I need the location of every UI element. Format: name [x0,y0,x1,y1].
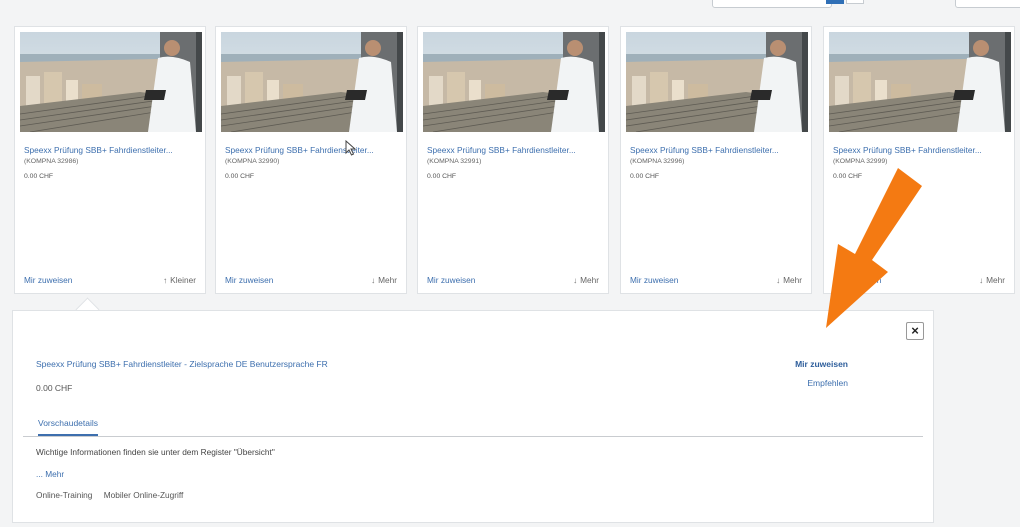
recommend-link[interactable]: Empfehlen [807,378,848,388]
delivery-tags: Online-Training Mobiler Online-Zugriff [36,490,192,500]
course-card[interactable]: Speexx Prüfung SBB+ Fahrdienstleiter... … [620,26,812,294]
course-price: 0.00 CHF [225,173,255,180]
course-code: (KOMPNA 32999) [833,158,888,165]
view-toggle[interactable] [826,0,870,8]
toggle-label: Kleiner [170,275,196,285]
assign-to-me-link[interactable]: Mir zuweisen [630,275,678,285]
course-thumbnail[interactable] [829,32,1011,132]
arrow-down-icon: ↓ [572,275,578,285]
course-code: (KOMPNA 32990) [225,158,280,165]
course-card[interactable]: Speexx Prüfung SBB+ Fahrdienstleiter... … [14,26,206,294]
arrow-down-icon: ↓ [370,275,376,285]
course-thumbnail[interactable] [626,32,808,132]
course-card[interactable]: Speexx Prüfung SBB+ Fahrdienstleiter... … [823,26,1015,294]
tab-preview-details[interactable]: Vorschaudetails [38,418,99,436]
tag-mobile-access: Mobiler Online-Zugriff [103,490,184,500]
arrow-up-icon: ↑ [163,275,168,285]
course-title[interactable]: Speexx Prüfung SBB+ Fahrdienstleiter... [833,145,1011,155]
toggle-details-link[interactable]: ↓ Mehr [776,275,802,285]
toggle-label: Mehr [783,275,802,285]
assign-to-me-link[interactable]: Mir zuweisen [427,275,475,285]
detail-tab-bar: Vorschaudetails [23,411,923,437]
grid-view-button[interactable] [826,0,844,4]
course-code: (KOMPNA 32986) [24,158,79,165]
course-title[interactable]: Speexx Prüfung SBB+ Fahrdienstleiter... [630,145,808,155]
course-code: (KOMPNA 32996) [630,158,685,165]
toggle-label: Mehr [580,275,599,285]
course-card[interactable]: Speexx Prüfung SBB+ Fahrdienstleiter... … [417,26,609,294]
more-link[interactable]: ... Mehr [36,469,64,479]
course-title[interactable]: Speexx Prüfung SBB+ Fahrdienstleiter... [24,145,202,155]
toggle-details-link[interactable]: ↓ Mehr [979,275,1005,285]
course-price: 0.00 CHF [427,173,457,180]
course-price: 0.00 CHF [24,173,54,180]
course-thumbnail[interactable] [423,32,605,132]
toggle-label: Mehr [986,275,1005,285]
course-title[interactable]: Speexx Prüfung SBB+ Fahrdienstleiter... [225,145,403,155]
arrow-down-icon: ↓ [775,275,781,285]
top-toolbar [0,0,1020,14]
arrow-down-icon: ↓ [978,275,984,285]
info-text: Wichtige Informationen finden sie unter … [36,447,275,457]
mouse-pointer-icon [345,140,357,156]
assign-to-me-link[interactable]: Mir zuweisen [225,275,273,285]
toggle-details-link[interactable]: ↓ Mehr [573,275,599,285]
assign-to-me-link[interactable]: Mir zuweisen [24,275,72,285]
close-icon[interactable]: × [906,322,924,340]
course-card[interactable]: Speexx Prüfung SBB+ Fahrdienstleiter... … [215,26,407,294]
detail-title[interactable]: Speexx Prüfung SBB+ Fahrdienstleiter - Z… [36,359,328,369]
assign-to-me-button[interactable]: Mir zuweisen [795,359,848,369]
list-view-button[interactable] [846,0,864,4]
course-thumbnail[interactable] [221,32,403,132]
course-price: 0.00 CHF [833,173,863,180]
assign-to-me-link[interactable]: Mir zuweisen [833,275,881,285]
course-price: 0.00 CHF [630,173,660,180]
detail-price: 0.00 CHF [36,383,73,393]
toggle-details-link[interactable]: ↓ Mehr [371,275,397,285]
search-input[interactable] [955,0,1020,8]
sort-dropdown[interactable] [712,0,832,8]
course-code: (KOMPNA 32991) [427,158,482,165]
toggle-label: Mehr [378,275,397,285]
course-detail-panel: × Speexx Prüfung SBB+ Fahrdienstleiter -… [12,310,934,523]
toggle-details-link[interactable]: ↑ Kleiner [163,275,196,285]
course-thumbnail[interactable] [20,32,202,132]
course-title[interactable]: Speexx Prüfung SBB+ Fahrdienstleiter... [427,145,605,155]
tag-online-training: Online-Training [36,490,93,500]
